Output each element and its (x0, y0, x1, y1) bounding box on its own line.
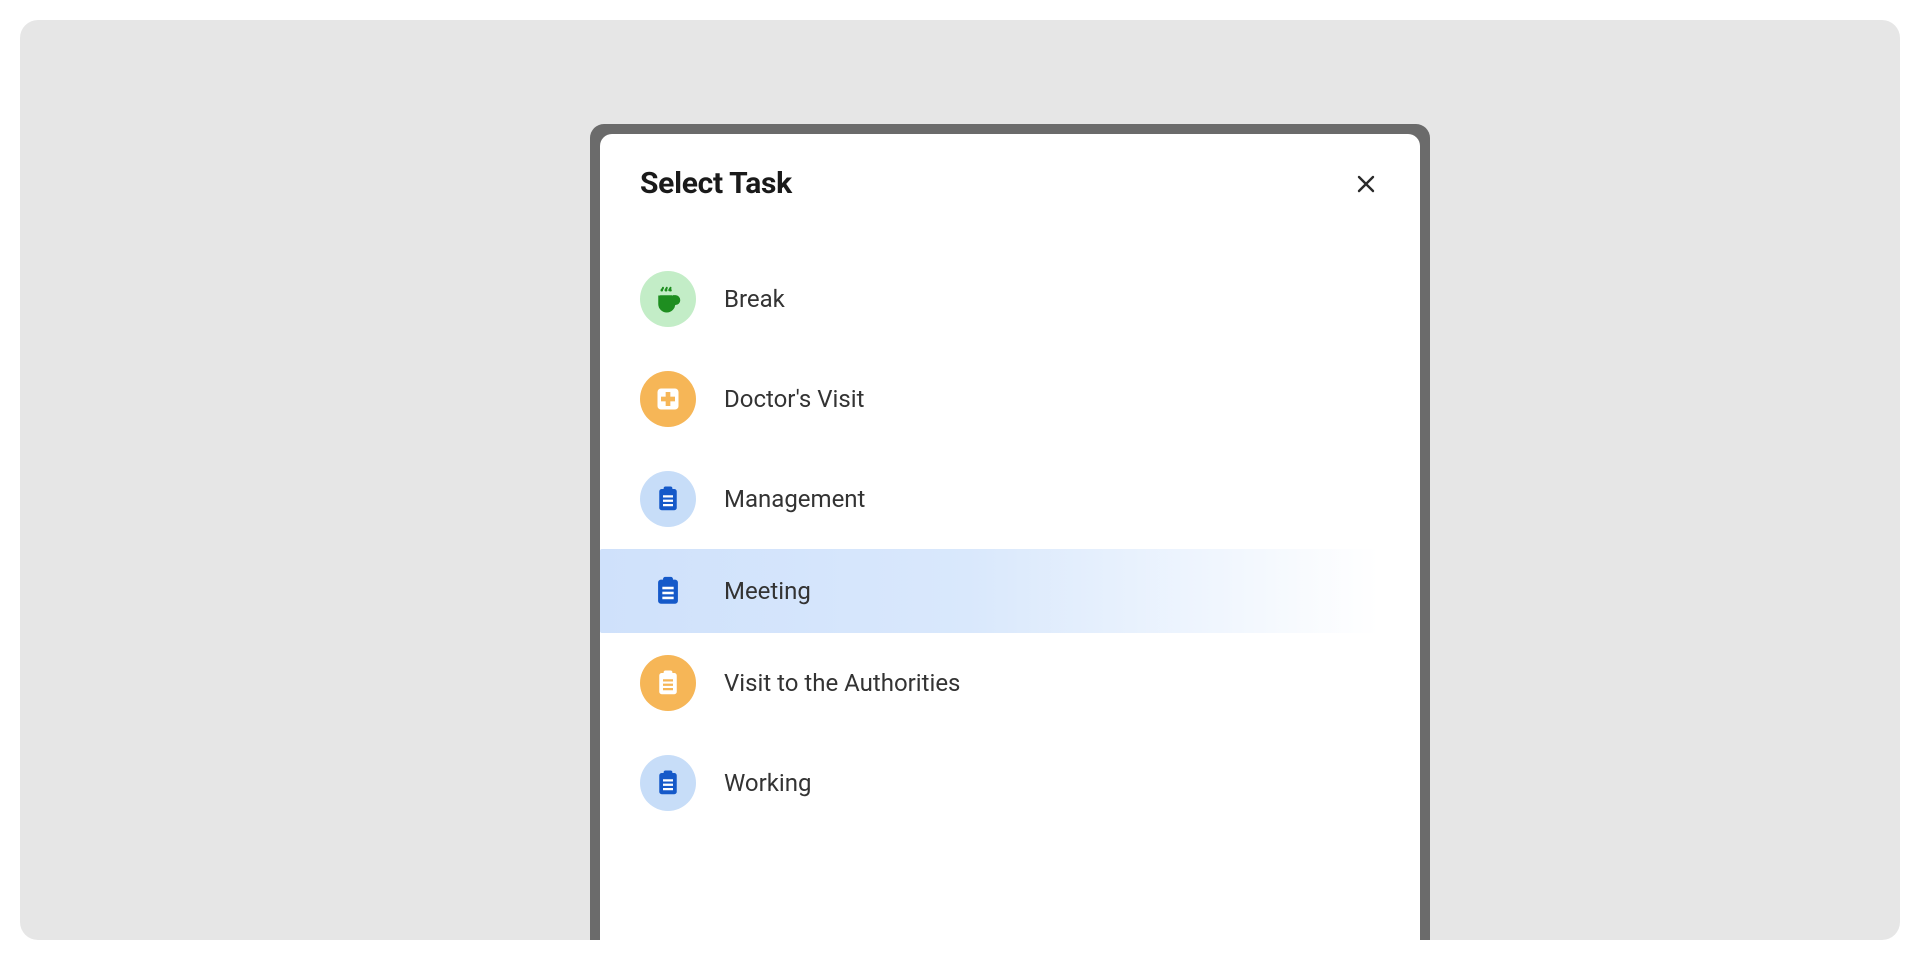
select-task-modal: Select Task Break Doctor's Visit (600, 134, 1420, 940)
task-item-visit-authorities[interactable]: Visit to the Authorities (600, 633, 1420, 733)
clipboard-icon (648, 571, 688, 611)
medical-icon (640, 371, 696, 427)
modal-title: Select Task (640, 166, 792, 201)
task-label: Doctor's Visit (724, 385, 864, 413)
close-icon (1356, 174, 1376, 194)
task-label: Visit to the Authorities (724, 669, 960, 697)
coffee-icon (640, 271, 696, 327)
task-label: Break (724, 285, 785, 313)
clipboard-icon (640, 471, 696, 527)
modal-header: Select Task (600, 166, 1420, 229)
clipboard-icon (640, 755, 696, 811)
clipboard-icon (640, 655, 696, 711)
task-list: Break Doctor's Visit Management Meeting (600, 229, 1420, 833)
task-item-meeting[interactable]: Meeting (600, 549, 1420, 633)
task-item-management[interactable]: Management (600, 449, 1420, 549)
close-button[interactable] (1352, 170, 1380, 198)
task-item-working[interactable]: Working (600, 733, 1420, 833)
task-item-doctors-visit[interactable]: Doctor's Visit (600, 349, 1420, 449)
task-item-break[interactable]: Break (600, 249, 1420, 349)
task-label: Meeting (724, 577, 811, 605)
task-label: Working (724, 769, 811, 797)
page-canvas: Select Task Break Doctor's Visit (20, 20, 1900, 940)
task-label: Management (724, 485, 865, 513)
